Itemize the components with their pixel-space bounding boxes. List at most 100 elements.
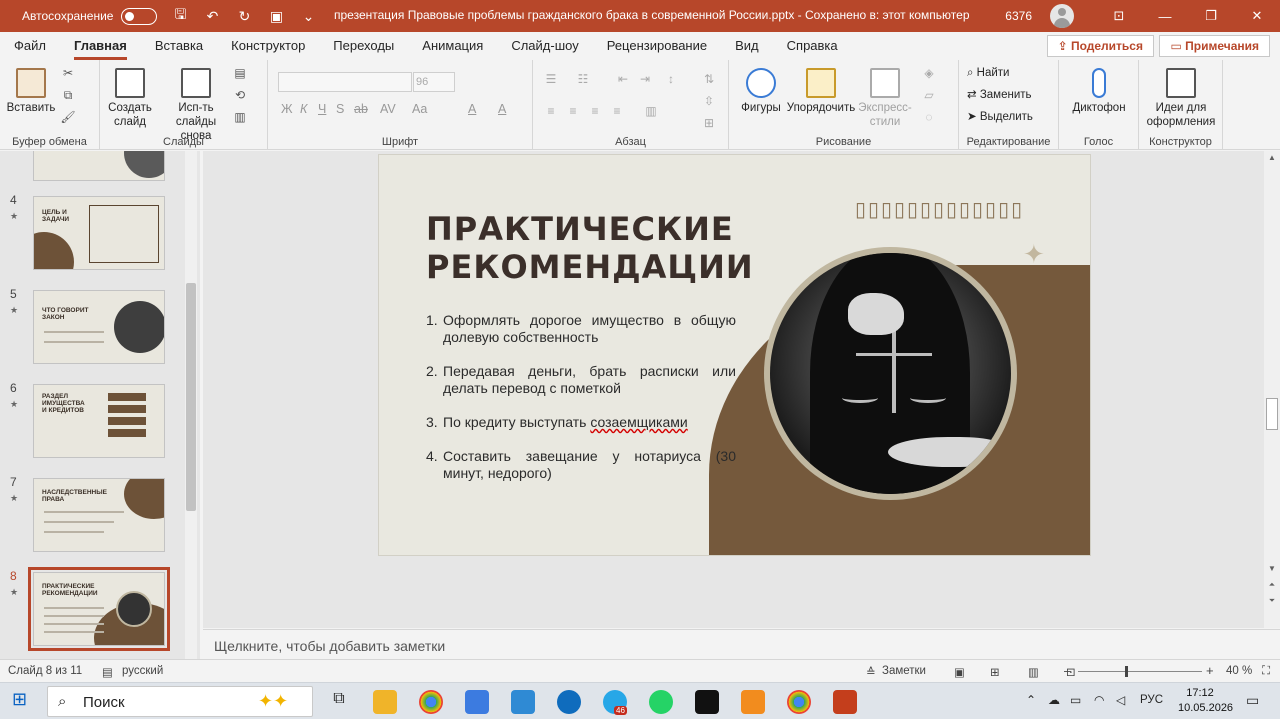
slide-thumbnail-6[interactable]: РАЗДЕЛ ИМУЩЕСТВА И КРЕДИТОВ [33,384,165,458]
change-case-icon[interactable]: Aa [412,102,427,116]
zoom-slider-knob[interactable] [1125,666,1128,677]
tray-chevron-icon[interactable]: ⌃ [1026,693,1036,707]
char-spacing-icon[interactable]: AV [380,102,396,116]
spellcheck-underlined-word[interactable]: созаемщиками [590,414,687,430]
tab-transitions[interactable]: Переходы [333,32,394,60]
slide-thumbnail-7[interactable]: НАСЛЕДСТВЕННЫЕ ПРАВА [33,478,165,552]
previous-slide-icon[interactable]: ⏶ [1264,580,1280,594]
italic-icon[interactable]: К [300,102,307,116]
strikethrough-icon[interactable]: ab [354,102,368,116]
tab-insert[interactable]: Вставка [155,32,203,60]
language-switcher[interactable]: РУС [1140,694,1163,706]
tab-view[interactable]: Вид [735,32,759,60]
shape-effects-icon[interactable]: ◌ [921,110,937,124]
microsoft-store-icon[interactable] [465,690,489,714]
autosave-toggle[interactable] [121,7,158,25]
notes-toggle-icon[interactable]: ≙ [866,665,876,679]
avatar[interactable] [1050,4,1074,28]
scroll-up-icon[interactable]: ▲ [1264,153,1280,167]
notion-icon[interactable] [695,690,719,714]
layout-icon[interactable]: ▤ [232,66,248,80]
shape-fill-icon[interactable]: ◈ [921,66,937,80]
chrome-icon[interactable] [419,690,443,714]
language-indicator[interactable]: русский [122,665,163,677]
new-slide-button[interactable]: Создать слайд [106,68,154,129]
copy-icon[interactable]: ⧉ [60,88,76,102]
network-icon[interactable]: ◠ [1094,693,1104,707]
powerpoint-icon[interactable] [833,690,857,714]
zoom-out-icon[interactable]: – [1064,663,1071,678]
reset-icon[interactable]: ⟲ [232,88,248,102]
volume-icon[interactable]: ◁ [1116,693,1125,707]
share-button[interactable]: ⇪ Поделиться [1046,35,1154,57]
align-left-icon[interactable]: ≡ [543,104,559,118]
quick-styles-button[interactable]: Экспресс- стили [855,68,915,129]
shapes-button[interactable]: Фигуры [737,68,785,115]
thumbnails-scrollbar-thumb[interactable] [186,283,196,511]
increase-indent-icon[interactable]: ⇥ [637,72,653,86]
select-button[interactable]: ➤ Выделить [967,110,1033,124]
slide-title[interactable]: ПРАКТИЧЕСКИЕ РЕКОМЕНДАЦИИ [426,210,754,286]
format-painter-icon[interactable]: 🖌 [60,110,76,124]
slide-thumbnail-5[interactable]: ЧТО ГОВОРИТ ЗАКОН [33,290,165,364]
tab-slideshow[interactable]: Слайд-шоу [511,32,578,60]
columns-icon[interactable]: ▥ [643,104,659,118]
windows-start-icon[interactable]: ⊞ [12,689,36,713]
spellcheck-icon[interactable]: ▤ [102,665,113,679]
customize-toolbar-icon[interactable]: ⌄ [299,8,317,25]
font-color-icon[interactable]: A [498,102,506,116]
sublime-icon[interactable] [741,690,765,714]
close-icon[interactable]: ✕ [1234,0,1280,32]
slide-thumbnail-4[interactable]: ЦЕЛЬ И ЗАДАЧИ [33,196,165,270]
scroll-down-icon[interactable]: ▼ [1264,564,1280,578]
arrange-button[interactable]: Упорядочить [785,68,857,115]
paste-button[interactable]: Вставить [6,68,56,115]
task-view-icon[interactable]: ⧉ [327,690,351,714]
design-ideas-button[interactable]: Идеи для оформления [1143,68,1219,129]
text-direction-icon[interactable]: ⇅ [701,72,717,86]
tab-help[interactable]: Справка [787,32,838,60]
restore-icon[interactable]: ❐ [1188,0,1234,32]
missing-glyph-text[interactable]: ▯▯▯▯▯▯▯▯▯▯▯▯▯ [855,197,1024,222]
bullets-icon[interactable]: ☰ [543,72,559,86]
dictate-button[interactable]: Диктофон [1067,68,1131,115]
tab-home[interactable]: Главная [73,32,127,60]
underline-icon[interactable]: Ч [318,102,326,116]
shadow-icon[interactable]: S [336,102,344,116]
zoom-in-icon[interactable]: + [1206,663,1214,678]
remote-desktop-icon[interactable] [511,690,535,714]
font-family-select[interactable] [278,72,412,92]
clock[interactable]: 17:12 10.05.2026 [1178,686,1233,716]
slide-thumbnail-8[interactable]: ПРАКТИЧЕСКИЕ РЕКОМЕНДАЦИИ [28,567,170,651]
cut-icon[interactable]: ✂ [60,66,76,80]
align-text-icon[interactable]: ⇳ [701,94,717,108]
slide-thumbnail-3[interactable] [33,151,165,181]
present-icon[interactable]: ▣ [267,8,285,25]
editor-scrollbar-thumb[interactable] [1266,398,1278,430]
normal-view-icon[interactable]: ▣ [954,665,965,679]
slide-sorter-icon[interactable]: ⊞ [990,665,1000,679]
find-button[interactable]: ⌕ Найти [967,66,1009,80]
highlight-icon[interactable]: A [468,102,476,116]
align-right-icon[interactable]: ≡ [587,104,603,118]
recommendations-list[interactable]: 1. Оформлять дорогое имущество в общую д… [426,312,736,499]
reading-view-icon[interactable]: ▥ [1028,665,1039,679]
ribbon-display-icon[interactable]: ⊡ [1096,0,1142,32]
font-size-select[interactable]: 96 [413,72,455,92]
tab-file[interactable]: Файл [14,32,46,60]
fit-slide-icon[interactable]: ⛶ [1262,665,1270,678]
minimize-icon[interactable]: — [1142,0,1188,32]
notes-toggle[interactable]: Заметки [882,665,926,677]
replace-button[interactable]: ⇄ Заменить [967,88,1032,102]
whatsapp-icon[interactable] [649,690,673,714]
editor-scrollbar[interactable] [1264,151,1280,628]
reuse-slides-button[interactable]: Исп-ть слайды снова [162,68,230,143]
shape-outline-icon[interactable]: ▱ [921,88,937,102]
taskbar-search[interactable]: ⌕ Поиск ✦✦ [47,686,313,717]
zoom-slider[interactable] [1078,671,1202,672]
section-icon[interactable]: ▥ [232,110,248,124]
bold-icon[interactable]: Ж [281,102,293,116]
judge-scales-image[interactable] [770,253,1011,494]
zoom-level[interactable]: 40 % [1226,665,1252,677]
justify-icon[interactable]: ≡ [609,104,625,118]
